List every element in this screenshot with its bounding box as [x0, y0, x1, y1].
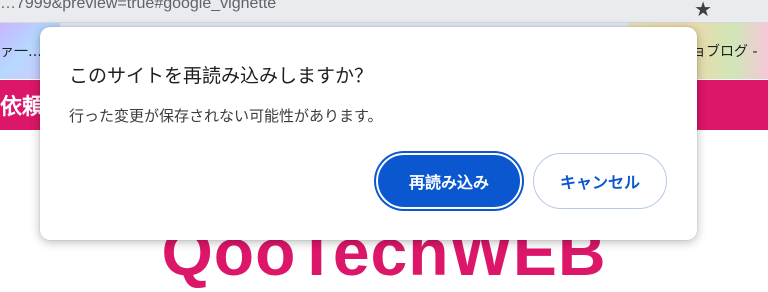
- address-bar[interactable]: …7999&preview=true#google_vignette ★: [0, 0, 768, 23]
- cancel-button[interactable]: キャンセル: [533, 153, 667, 209]
- site-header-text[interactable]: 依頼: [0, 89, 44, 121]
- dialog-message: 行った変更が保存されない可能性があります。: [69, 107, 383, 125]
- bookmark-star-icon[interactable]: ★: [694, 0, 712, 21]
- dialog-title: このサイトを再読み込みしますか？: [69, 65, 374, 87]
- bookmark-item-left[interactable]: ァ一…: [0, 41, 42, 61]
- browser-window: …7999&preview=true#google_vignette ★ ァ一……: [0, 0, 768, 292]
- bookmark-item-right[interactable]: ョブログ -: [692, 41, 758, 61]
- address-bar-url[interactable]: …7999&preview=true#google_vignette: [0, 0, 276, 13]
- reload-confirm-dialog: このサイトを再読み込みしますか？ 行った変更が保存されない可能性があります。 再…: [40, 27, 697, 240]
- reload-button[interactable]: 再読み込み: [376, 153, 522, 209]
